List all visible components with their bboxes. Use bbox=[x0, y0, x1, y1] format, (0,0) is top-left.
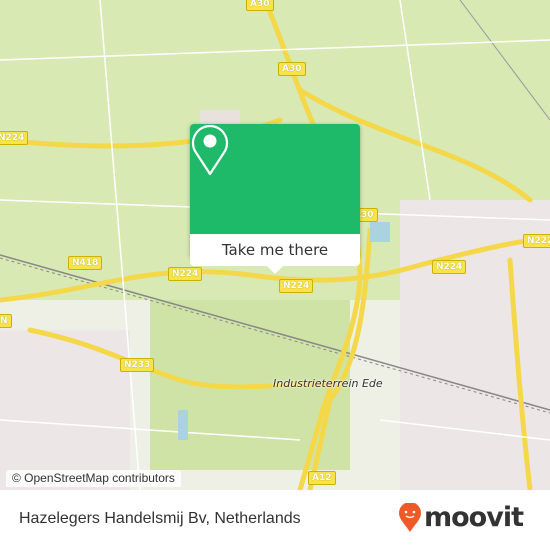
road-label: A30 bbox=[278, 62, 306, 76]
place-label: Industrieterrein Ede bbox=[273, 377, 383, 390]
popup-header bbox=[190, 124, 360, 234]
map-pin-icon bbox=[191, 124, 229, 176]
moovit-logo-text: moovit bbox=[424, 502, 524, 533]
road-label: N233 bbox=[120, 358, 155, 372]
road-label: N418 bbox=[68, 256, 103, 270]
footer: Hazelegers Handelsmij Bv, Netherlands mo… bbox=[0, 490, 550, 550]
road-label: N224 bbox=[432, 260, 467, 274]
road-label: N222 bbox=[523, 234, 550, 248]
road-label: N224 bbox=[168, 267, 203, 281]
location-title: Hazelegers Handelsmij Bv, Netherlands bbox=[19, 510, 301, 527]
road-label: N bbox=[0, 314, 12, 328]
map[interactable]: A30 A30 N224 A30 N222 N418 N224 N224 N22… bbox=[0, 0, 550, 490]
take-me-there-button[interactable]: Take me there bbox=[190, 234, 360, 266]
road-label: N224 bbox=[0, 131, 29, 145]
map-attribution[interactable]: © OpenStreetMap contributors bbox=[6, 470, 181, 487]
popup-pointer bbox=[267, 266, 283, 274]
location-popup: Take me there bbox=[190, 124, 360, 274]
road-label: A30 bbox=[246, 0, 274, 11]
moovit-pin-icon bbox=[399, 502, 421, 532]
road-label: N224 bbox=[279, 279, 314, 293]
moovit-logo[interactable]: moovit bbox=[398, 502, 524, 533]
road-label: A12 bbox=[308, 471, 336, 485]
